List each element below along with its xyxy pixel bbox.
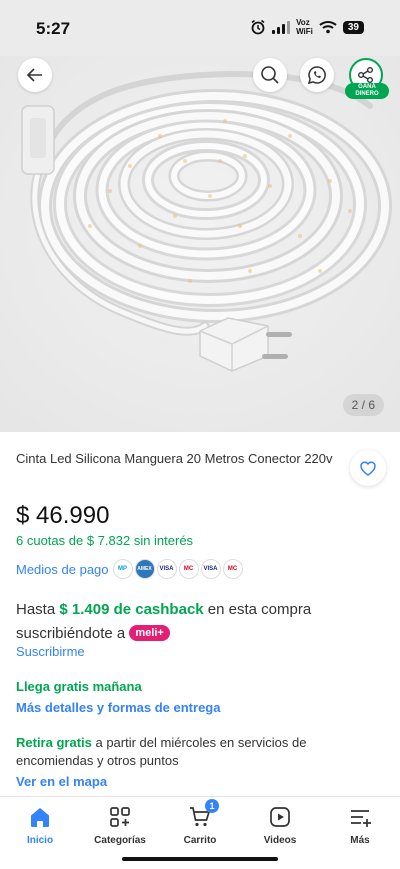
status-bar: 5:27 Voz WiFi 39 <box>0 0 400 56</box>
image-counter: 2 / 6 <box>342 394 384 416</box>
wifi-icon <box>319 21 337 34</box>
back-button[interactable] <box>18 58 52 92</box>
visa-debit-logo-icon: VISA <box>200 559 221 579</box>
arrow-left-icon <box>26 68 42 82</box>
status-time: 5:27 <box>36 19 71 38</box>
categories-icon <box>110 807 130 827</box>
share-icon <box>358 67 373 83</box>
video-play-icon <box>270 807 290 827</box>
product-gallery[interactable]: GANÁ DINERO 2 / 6 <box>0 56 400 432</box>
battery-icon: 39 <box>342 20 364 34</box>
cashback-amount: $ 1.409 de cashback <box>59 601 204 618</box>
mercadopago-logo-icon: MP <box>112 559 133 579</box>
heart-icon <box>360 461 376 476</box>
alarm-icon <box>251 19 265 35</box>
map-link[interactable]: Ver en el mapa <box>16 774 107 789</box>
mastercard-debit-logo-icon: MC <box>222 559 243 579</box>
product-title: Cinta Led Silicona Manguera 20 Metros Co… <box>16 451 333 466</box>
nav-videos[interactable]: Videos <box>240 805 320 846</box>
home-indicator[interactable] <box>122 857 278 861</box>
shipping-details-link[interactable]: Más detalles y formas de entrega <box>16 700 220 715</box>
cashback-text: Hasta $ 1.409 de cashback en esta compra… <box>16 601 312 642</box>
signal-icon <box>272 20 291 34</box>
favorite-button[interactable] <box>350 450 386 486</box>
nav-categories[interactable]: Categorías <box>80 805 160 846</box>
mastercard-logo-icon: MC <box>178 559 199 579</box>
cart-count-badge: 1 <box>205 799 219 813</box>
payment-methods[interactable]: Medios de pago MP AMEX VISA MC VISA MC <box>16 559 243 579</box>
payment-methods-link[interactable]: Medios de pago <box>16 562 109 577</box>
nav-cart[interactable]: 1 Carrito <box>160 799 240 846</box>
amex-logo-icon: AMEX <box>134 559 155 579</box>
visa-logo-icon: VISA <box>156 559 177 579</box>
nav-more[interactable]: Más <box>320 805 400 846</box>
menu-plus-icon <box>351 810 371 827</box>
cart-icon-wrap: 1 <box>188 799 219 829</box>
share-earn-button[interactable]: GANÁ DINERO <box>345 56 389 102</box>
whatsapp-icon <box>307 66 326 85</box>
status-icons: Voz WiFi 39 <box>250 18 364 36</box>
search-button[interactable] <box>253 58 287 92</box>
pickup-text: Retira gratis a partir del miércoles en … <box>16 735 307 768</box>
installments-text: 6 cuotas de $ 7.832 sin interés <box>16 533 194 548</box>
earn-money-badge: GANÁ DINERO <box>345 83 389 99</box>
whatsapp-button[interactable] <box>300 58 334 92</box>
product-price: $ 46.990 <box>16 502 110 529</box>
product-image <box>0 56 400 432</box>
bottom-nav: Inicio Categorías 1 Carrito Videos Más <box>0 796 400 869</box>
title-row: Cinta Led Silicona Manguera 20 Metros Co… <box>16 450 386 486</box>
home-icon <box>31 808 49 827</box>
meli-plus-badge: meli+ <box>129 625 170 641</box>
subscribe-link[interactable]: Suscribirme <box>16 644 85 659</box>
search-icon <box>261 66 279 84</box>
nav-home[interactable]: Inicio <box>0 805 80 846</box>
network-label: Voz WiFi <box>296 18 313 36</box>
shipping-title: Llega gratis mañana <box>16 679 142 694</box>
